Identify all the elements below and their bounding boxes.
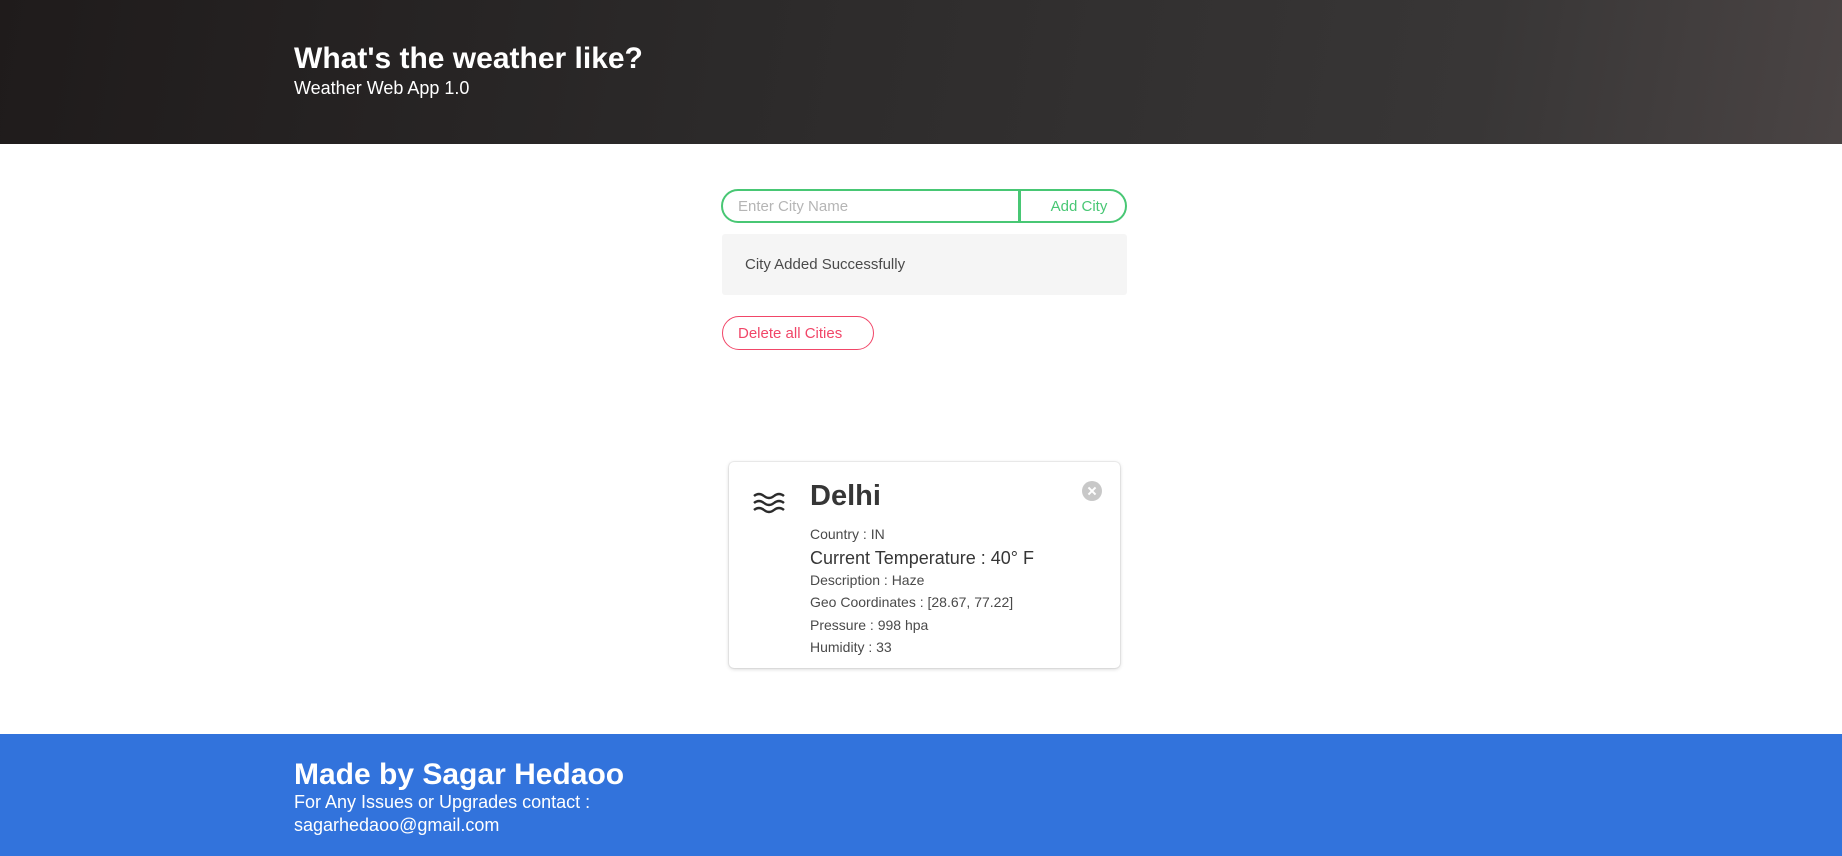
footer-title: Made by Sagar Hedaoo [294,758,625,791]
page-footer: Made by Sagar Hedaoo For Any Issues or U… [0,734,1842,856]
add-city-form: Add City [721,189,1127,223]
footer-contact-text: For Any Issues or Upgrades contact : [294,792,591,812]
city-name-input[interactable] [721,189,1020,223]
footer-email: sagarhedaoo@gmail.com [294,815,500,835]
success-notification: City Added Successfully [722,234,1127,295]
city-name: Delhi [810,480,881,512]
pressure-text: Pressure : 998 hpa [810,617,929,633]
haze-icon [752,490,788,518]
city-weather-card: Delhi Country : IN Current Temperature :… [729,462,1120,668]
page-header: What's the weather like? Weather Web App… [0,0,1842,144]
description-text: Description : Haze [810,572,925,588]
page-title: What's the weather like? [294,42,643,75]
coordinates-text: Geo Coordinates : [28.67, 77.22] [810,594,1014,610]
humidity-text: Humidity : 33 [810,639,892,655]
temperature-text: Current Temperature : 40° F [810,548,1034,568]
page-subtitle: Weather Web App 1.0 [294,78,470,98]
country-text: Country : IN [810,526,885,542]
delete-all-cities-button[interactable]: Delete all Cities [722,316,874,350]
remove-city-icon[interactable] [1082,481,1102,501]
add-city-button[interactable]: Add City [1019,189,1127,223]
